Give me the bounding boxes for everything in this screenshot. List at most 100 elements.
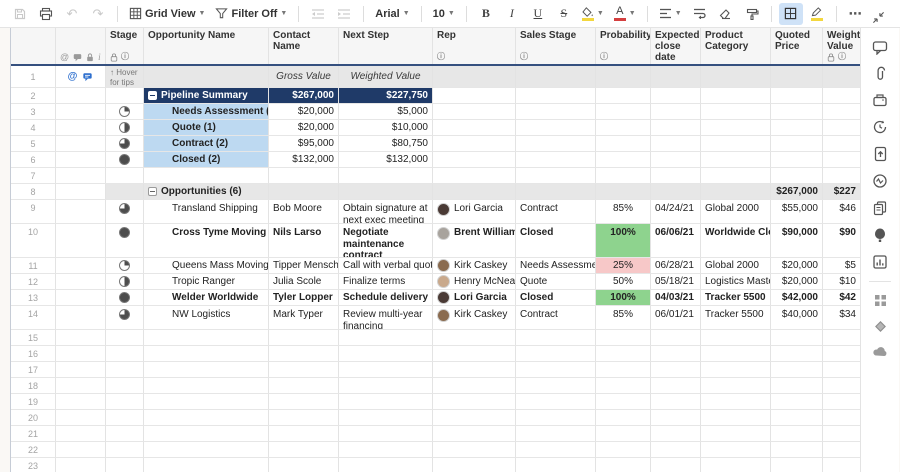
weighted-value-cell[interactable]: $132,000: [339, 152, 433, 168]
stage-cell[interactable]: [106, 88, 144, 104]
stage-cell[interactable]: [106, 274, 144, 290]
cell[interactable]: [651, 458, 701, 472]
column-header-probability[interactable]: Probabilityⓘ: [596, 28, 651, 64]
cell[interactable]: [771, 152, 823, 168]
cell[interactable]: [269, 410, 339, 426]
indent-button[interactable]: [332, 3, 356, 25]
cell[interactable]: [701, 104, 771, 120]
cell[interactable]: [701, 458, 771, 472]
cell[interactable]: [144, 426, 269, 442]
row-number[interactable]: 5: [11, 136, 56, 152]
cell[interactable]: [823, 66, 861, 88]
font-family-selector[interactable]: Arial ▼: [371, 3, 413, 25]
row-indicators[interactable]: [56, 290, 106, 306]
cell[interactable]: [651, 362, 701, 378]
cell[interactable]: [269, 458, 339, 472]
cell[interactable]: [701, 330, 771, 346]
cell[interactable]: [596, 362, 651, 378]
product-category-cell[interactable]: Global 2000: [701, 258, 771, 274]
cell[interactable]: [596, 410, 651, 426]
quoted-price-cell[interactable]: $55,000: [771, 200, 823, 224]
cell[interactable]: [596, 88, 651, 104]
cell[interactable]: [823, 104, 861, 120]
cell[interactable]: [771, 394, 823, 410]
gross-total-cell[interactable]: $267,000: [269, 88, 339, 104]
quoted-price-cell[interactable]: $20,000: [771, 274, 823, 290]
cell[interactable]: [144, 442, 269, 458]
cell[interactable]: [433, 394, 516, 410]
cell[interactable]: [106, 394, 144, 410]
stage-cell[interactable]: [106, 224, 144, 258]
cell[interactable]: [433, 184, 516, 200]
next-step-cell[interactable]: Negotiate maintenance contract: [339, 224, 433, 258]
more-options-button[interactable]: ⋯: [844, 3, 868, 25]
cell[interactable]: [771, 88, 823, 104]
cell[interactable]: [823, 152, 861, 168]
header-corner[interactable]: [11, 28, 56, 64]
row-number[interactable]: 19: [11, 394, 56, 410]
outdent-button[interactable]: [306, 3, 330, 25]
row-number[interactable]: 6: [11, 152, 56, 168]
cell[interactable]: [701, 410, 771, 426]
cell[interactable]: [516, 104, 596, 120]
cell[interactable]: [651, 346, 701, 362]
cell[interactable]: [823, 136, 861, 152]
row-number[interactable]: 1: [11, 66, 56, 88]
sales-stage-cell[interactable]: Quote: [516, 274, 596, 290]
proofs-panel-button[interactable]: [872, 93, 888, 108]
cell[interactable]: [56, 458, 106, 472]
column-header-quoted-price[interactable]: Quoted Price: [771, 28, 823, 64]
filter-selector[interactable]: Filter Off ▼: [211, 3, 291, 25]
cell[interactable]: [771, 66, 823, 88]
cell[interactable]: [516, 136, 596, 152]
contact-name-cell[interactable]: Tipper Mensch: [269, 258, 339, 274]
cell[interactable]: [339, 378, 433, 394]
fill-color-button[interactable]: ▼: [578, 3, 608, 25]
rep-cell[interactable]: Brent Williams: [433, 224, 516, 258]
weighted-total-cell[interactable]: $227,750: [339, 88, 433, 104]
view-selector[interactable]: Grid View ▼: [125, 3, 209, 25]
cell[interactable]: [771, 442, 823, 458]
next-step-cell[interactable]: Finalize terms: [339, 274, 433, 290]
row-indicators[interactable]: [56, 152, 106, 168]
conditional-formatting-button[interactable]: [805, 3, 829, 25]
cell[interactable]: [701, 442, 771, 458]
cell[interactable]: [651, 184, 701, 200]
close-date-cell[interactable]: 06/28/21: [651, 258, 701, 274]
cell[interactable]: [269, 184, 339, 200]
cell[interactable]: [269, 394, 339, 410]
cell-borders-button[interactable]: [779, 3, 803, 25]
sheet-summary-panel-button[interactable]: [872, 200, 888, 216]
cell[interactable]: [144, 394, 269, 410]
row-number[interactable]: 21: [11, 426, 56, 442]
cell[interactable]: [433, 66, 516, 88]
close-date-cell[interactable]: 06/06/21: [651, 224, 701, 258]
cell[interactable]: [701, 378, 771, 394]
cell[interactable]: [516, 168, 596, 184]
product-category-cell[interactable]: Global 2000: [701, 200, 771, 224]
sales-stage-cell[interactable]: Needs Assessment: [516, 258, 596, 274]
cell[interactable]: [106, 168, 144, 184]
cell[interactable]: [771, 410, 823, 426]
contact-name-cell[interactable]: Tyler Lopper: [269, 290, 339, 306]
column-header-contact-name[interactable]: Contact Name: [269, 28, 339, 64]
next-step-cell[interactable]: Review multi-year financing: [339, 306, 433, 330]
cell[interactable]: [106, 410, 144, 426]
cell[interactable]: [433, 458, 516, 472]
cell[interactable]: [701, 136, 771, 152]
cell[interactable]: [433, 88, 516, 104]
row-number[interactable]: 22: [11, 442, 56, 458]
cell[interactable]: [433, 442, 516, 458]
row-indicators[interactable]: [56, 120, 106, 136]
summary-stage-name[interactable]: Closed (2): [144, 152, 269, 168]
row-indicators[interactable]: [56, 88, 106, 104]
cell[interactable]: [516, 152, 596, 168]
cell[interactable]: [596, 120, 651, 136]
cell[interactable]: [771, 426, 823, 442]
cell[interactable]: [269, 346, 339, 362]
charts-panel-button[interactable]: [872, 254, 888, 270]
cell[interactable]: [339, 168, 433, 184]
cell[interactable]: [433, 362, 516, 378]
cell[interactable]: [269, 426, 339, 442]
format-painter-button[interactable]: [740, 3, 764, 25]
